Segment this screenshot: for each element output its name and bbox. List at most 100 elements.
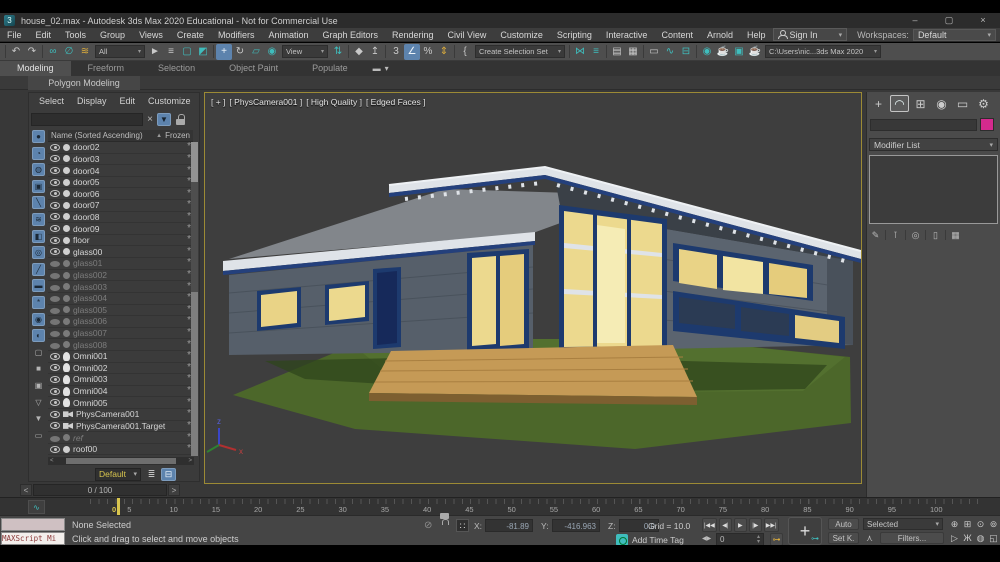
zoom-extents-selected-icon[interactable]: ⊙ <box>974 517 987 531</box>
angle-snap-toggle-icon[interactable]: ∠ <box>404 44 420 60</box>
visibility-eye-icon[interactable] <box>50 353 60 360</box>
name-column-header[interactable]: Name (Sorted Ascending) <box>51 131 156 140</box>
frozen-toggle-icon[interactable]: * <box>182 434 191 442</box>
ribbon-tab-populate[interactable]: Populate <box>295 61 365 76</box>
visibility-eye-icon[interactable] <box>50 225 60 232</box>
display-geometry-icon[interactable]: ◔ <box>32 147 45 160</box>
render-setup-icon[interactable]: ☕ <box>715 44 731 60</box>
display-tab-icon[interactable]: ▭ <box>953 95 972 112</box>
list-item-glass004[interactable]: glass004* <box>48 293 193 305</box>
explorer-menu-select[interactable]: Select <box>39 96 64 110</box>
toggle-layer-explorer-icon[interactable]: ▦ <box>625 44 641 60</box>
frozen-toggle-icon[interactable]: * <box>182 201 191 209</box>
viewport-label-segment-3[interactable]: [ Edged Faces ] <box>366 97 426 107</box>
frame-step-arrows[interactable]: ◀▶ <box>702 535 711 542</box>
filter-icon[interactable]: ▼ <box>157 113 171 126</box>
ribbon-tab-modeling[interactable]: Modeling <box>0 61 71 76</box>
display-all-icon[interactable]: ● <box>32 130 45 143</box>
frozen-toggle-icon[interactable]: * <box>182 155 191 163</box>
list-item-door04[interactable]: door04* <box>48 165 193 177</box>
visibility-eye-icon[interactable] <box>50 202 60 209</box>
frozen-toggle-icon[interactable]: * <box>182 236 191 244</box>
sign-in-button[interactable]: Sign In ▾ <box>773 28 848 41</box>
frozen-toggle-icon[interactable]: * <box>182 399 191 407</box>
frozen-toggle-icon[interactable]: * <box>182 341 191 349</box>
frozen-toggle-icon[interactable]: * <box>182 352 191 360</box>
next-frame-button[interactable]: |▶ <box>749 518 762 532</box>
menu-item-scripting[interactable]: Scripting <box>550 28 599 42</box>
toggle-scene-explorer-icon[interactable]: ▤ <box>609 44 625 60</box>
visibility-eye-icon[interactable] <box>50 179 60 186</box>
display-instances-icon[interactable]: ▣ <box>32 379 45 392</box>
close-button[interactable]: × <box>966 13 1000 28</box>
list-item-omni001[interactable]: Omni001* <box>48 351 193 363</box>
menu-item-views[interactable]: Views <box>132 28 170 42</box>
display-lights-icon[interactable]: ◍ <box>32 163 45 176</box>
add-time-tag-label[interactable]: Add Time Tag <box>632 535 684 545</box>
frozen-toggle-icon[interactable]: * <box>182 259 191 267</box>
visibility-eye-icon[interactable] <box>50 272 60 279</box>
frozen-toggle-icon[interactable]: * <box>182 213 191 221</box>
list-item-omni003[interactable]: Omni003* <box>48 374 193 386</box>
next-frame-small-button[interactable]: > <box>168 484 180 496</box>
frozen-toggle-icon[interactable]: * <box>182 410 191 418</box>
scroll-left-arrow[interactable]: < <box>50 458 54 464</box>
frozen-toggle-icon[interactable]: * <box>182 167 191 175</box>
x-coordinate-field[interactable]: -81.89 <box>485 519 533 532</box>
workspaces-dropdown[interactable]: Default ▾ <box>913 29 996 41</box>
visibility-eye-icon[interactable] <box>50 330 60 337</box>
display-materials-icon[interactable]: ■ <box>32 362 45 375</box>
visibility-eye-icon[interactable] <box>50 237 60 244</box>
visibility-eye-icon[interactable] <box>50 248 60 255</box>
restore-button[interactable]: ▢ <box>932 13 966 28</box>
frozen-toggle-icon[interactable]: * <box>182 248 191 256</box>
render-production-icon[interactable]: ☕ <box>747 44 763 60</box>
visibility-eye-icon[interactable] <box>50 260 60 267</box>
display-helpers-icon[interactable]: ╲ <box>32 196 45 209</box>
zoom-region-icon[interactable]: ▷ <box>948 531 961 545</box>
visibility-eye-icon[interactable] <box>50 155 60 162</box>
list-item-door08[interactable]: door08* <box>48 212 193 224</box>
visibility-eye-icon[interactable] <box>50 190 60 197</box>
y-coordinate-field[interactable]: -416.963 <box>552 519 600 532</box>
lock-explorer-icon[interactable] <box>173 113 187 126</box>
list-item-door03[interactable]: door03* <box>48 154 193 166</box>
search-input[interactable] <box>31 113 143 126</box>
list-item-door05[interactable]: door05* <box>48 177 193 189</box>
list-item-glass006[interactable]: glass006* <box>48 316 193 328</box>
display-space-warps-icon[interactable]: ≋ <box>32 213 45 226</box>
menu-item-arnold[interactable]: Arnold <box>700 28 740 42</box>
orbit-icon[interactable]: ◍ <box>974 531 987 545</box>
select-by-name-icon[interactable]: ≡ <box>163 44 179 60</box>
set-key-button[interactable]: Set K. <box>828 532 859 544</box>
keyboard-shortcut-override-icon[interactable]: ↥ <box>367 44 383 60</box>
key-filters-selection-dropdown[interactable]: Selected ▾ <box>863 518 943 530</box>
menu-item-modifiers[interactable]: Modifiers <box>211 28 262 42</box>
auto-key-button[interactable]: Auto <box>828 518 859 530</box>
schematic-view-icon[interactable]: ⊟ <box>678 44 694 60</box>
visibility-eye-icon[interactable] <box>50 167 60 174</box>
visibility-eye-icon[interactable] <box>50 411 60 418</box>
display-children-icon[interactable]: ◐ <box>32 329 45 342</box>
use-pivot-point-center-icon[interactable]: ⇅ <box>330 44 346 60</box>
open-mini-curve-editor-button[interactable]: ∿ <box>28 500 45 514</box>
list-item-physcamera001[interactable]: PhysCamera001* <box>48 409 193 421</box>
polygon-modeling-panel-tab[interactable]: Polygon Modeling <box>28 76 140 90</box>
key-filters-button[interactable]: Filters... <box>880 532 944 544</box>
visibility-eye-icon[interactable] <box>50 422 60 429</box>
sort-mode-button[interactable]: ⊟ <box>161 468 176 481</box>
chevron-down-icon[interactable]: ▾ <box>385 64 389 73</box>
list-item-door09[interactable]: door09* <box>48 223 193 235</box>
display-hidden-icon[interactable]: ◉ <box>32 313 45 326</box>
frozen-toggle-icon[interactable]: * <box>182 190 191 198</box>
modifier-list-dropdown[interactable]: Modifier List ▾ <box>869 138 998 151</box>
select-and-place-icon[interactable]: ◉ <box>264 44 280 60</box>
perspective-viewport[interactable]: [ + ][ PhysCamera001 ][ High Quality ][ … <box>204 92 862 484</box>
object-color-swatch[interactable] <box>980 118 994 131</box>
maxscript-mini-listener-pink[interactable] <box>1 518 65 531</box>
display-bones-icon[interactable]: ╱ <box>32 263 45 276</box>
list-item-door02[interactable]: door02* <box>48 142 193 154</box>
select-and-manipulate-icon[interactable]: ◆ <box>351 44 367 60</box>
list-item-roof00[interactable]: roof00* <box>48 444 193 456</box>
selection-filter-dropdown[interactable]: All▾ <box>95 45 145 58</box>
